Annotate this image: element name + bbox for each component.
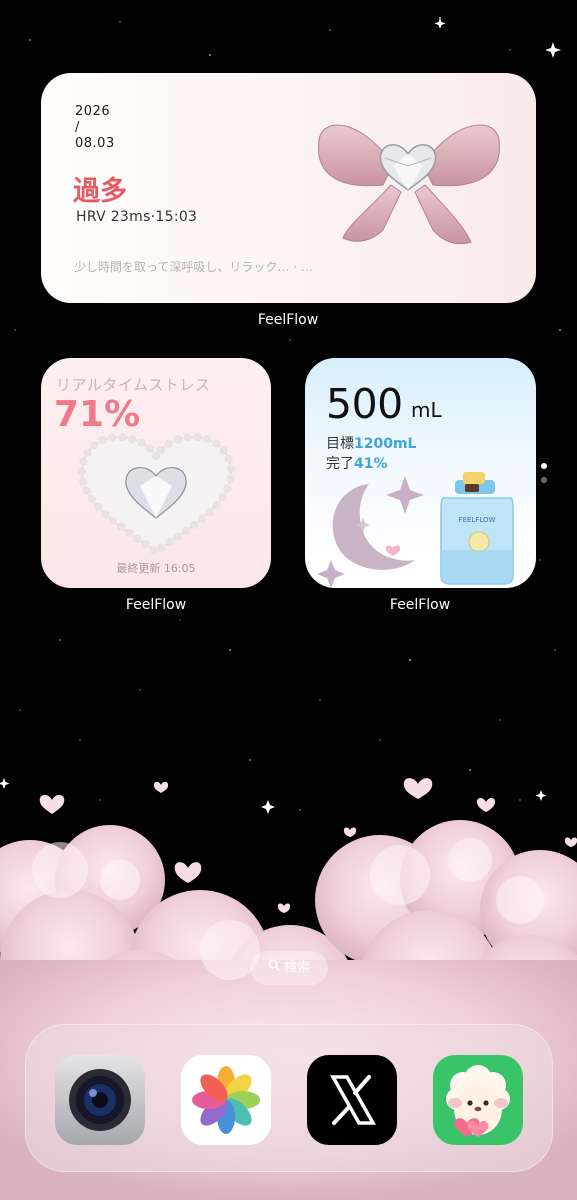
widget-date: 2026 / 08.03 xyxy=(75,104,115,152)
search-icon xyxy=(268,951,280,985)
last-updated: 最終更新 16:05 xyxy=(116,562,196,575)
pearl-heart-icon xyxy=(77,433,236,556)
photos-icon xyxy=(181,1055,271,1145)
realtime-stress-widget[interactable]: リアルタイムストレス 71% 最終更新 16:05 xyxy=(41,358,271,588)
date-month-day: 08.03 xyxy=(75,136,115,151)
water-app-label: FeelFlow xyxy=(389,597,451,613)
water-unit: mL xyxy=(411,398,442,422)
dock-app-x[interactable] xyxy=(307,1055,397,1145)
bow-icon xyxy=(317,124,500,245)
sheep-icon xyxy=(433,1055,523,1145)
search-label: 検索 xyxy=(283,960,310,976)
hrv-reading: HRV 23ms·15:03 xyxy=(76,209,198,225)
water-goal: 目標1200mL xyxy=(326,433,416,453)
date-year: 2026 xyxy=(75,104,111,119)
water-amount: 500 xyxy=(326,380,403,428)
search-button[interactable]: 検索 xyxy=(250,951,328,985)
moon-bottle-decoration: FEELFLOW xyxy=(317,472,514,588)
date-separator: / xyxy=(75,120,80,135)
water-widget[interactable]: 500 mL 目標1200mL 完了41% FEELFLOW xyxy=(305,358,536,588)
page-dot-current[interactable] xyxy=(541,463,547,469)
goal-value: 1200mL xyxy=(354,436,417,452)
x-logo-icon xyxy=(307,1055,397,1145)
page-dot[interactable] xyxy=(541,477,547,483)
dock-app-sheep[interactable] xyxy=(433,1055,523,1145)
goal-label: 目標 xyxy=(326,436,354,452)
realtime-stress-title: リアルタイムストレス xyxy=(56,376,211,394)
stress-summary-app-label: FeelFlow xyxy=(257,312,319,328)
stress-summary-widget[interactable]: 2026 / 08.03 過多 HRV 23ms·15:03 少し時間を取って深… xyxy=(41,73,536,303)
advice-text: 少し時間を取って深呼吸し、リラック… · … xyxy=(74,260,313,274)
stress-level: 過多 xyxy=(73,176,127,207)
bottle-brand: FEELFLOW xyxy=(459,516,496,524)
dock-app-photos[interactable] xyxy=(181,1055,271,1145)
page-indicator[interactable] xyxy=(541,463,547,491)
camera-icon xyxy=(55,1055,145,1145)
dock-app-camera[interactable] xyxy=(55,1055,145,1145)
realtime-stress-app-label: FeelFlow xyxy=(125,597,187,613)
